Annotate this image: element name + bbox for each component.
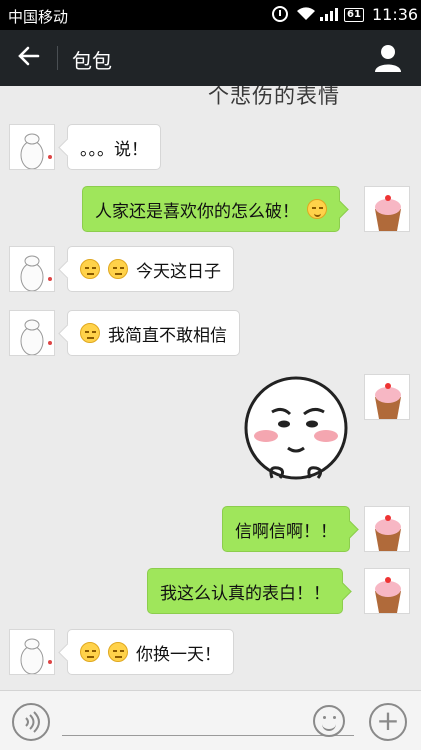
status-time: 11:36 <box>372 5 419 24</box>
chat-header: 包包 <box>0 30 421 86</box>
my-avatar[interactable] <box>364 374 410 420</box>
message-text: 信啊信啊！！ <box>235 521 337 542</box>
message-bubble-received[interactable]: 。。。说！ <box>67 124 161 170</box>
my-avatar[interactable] <box>364 506 410 552</box>
message-bubble-sent[interactable]: 人家还是喜欢你的怎么破！ <box>82 186 340 232</box>
my-avatar[interactable] <box>364 568 410 614</box>
sticker-caption-cutoff: 个悲伤的表情 <box>208 86 340 108</box>
signal-icon <box>320 7 338 21</box>
smile-emoji-icon <box>307 199 327 219</box>
arrow-left-icon[interactable] <box>14 43 44 73</box>
emoji-picker-icon[interactable] <box>313 705 345 737</box>
unamused-emoji-icon <box>108 259 128 279</box>
message-text: 。。。说！ <box>80 139 148 160</box>
message-list[interactable]: 个悲伤的表情 。。。说！ 人家还是喜欢你的怎么破！ 今天这日子 我简直不敢相信 <box>0 86 421 690</box>
message-bubble-received[interactable]: 今天这日子 <box>67 246 234 292</box>
shy-face-sticker[interactable] <box>238 374 354 490</box>
battery-indicator: 61 <box>344 8 364 22</box>
unamused-emoji-icon <box>108 642 128 662</box>
message-text: 今天这日子 <box>136 261 221 282</box>
voice-input-icon[interactable] <box>12 703 50 741</box>
status-bar: 中国移动 61 11:36 <box>0 0 421 30</box>
message-bubble-received[interactable]: 你换一天！ <box>67 629 234 675</box>
message-text: 我这么认真的表白！！ <box>160 583 330 604</box>
header-divider <box>57 46 58 70</box>
contact-avatar[interactable] <box>9 310 55 356</box>
message-bubble-sent[interactable]: 我这么认真的表白！！ <box>147 568 343 614</box>
chat-title: 包包 <box>72 49 112 73</box>
message-input[interactable] <box>62 735 354 736</box>
unamused-emoji-icon <box>80 259 100 279</box>
unamused-emoji-icon <box>80 642 100 662</box>
alarm-icon <box>272 6 288 22</box>
plus-icon[interactable]: + <box>369 703 407 741</box>
my-avatar[interactable] <box>364 186 410 232</box>
person-icon[interactable] <box>372 42 404 74</box>
message-bubble-received[interactable]: 我简直不敢相信 <box>67 310 240 356</box>
wifi-icon <box>296 7 316 25</box>
input-bar: + <box>0 690 421 750</box>
message-text: 人家还是喜欢你的怎么破！ <box>95 201 299 222</box>
message-bubble-sent[interactable]: 信啊信啊！！ <box>222 506 350 552</box>
carrier-name: 中国移动 <box>8 8 69 26</box>
contact-avatar[interactable] <box>9 124 55 170</box>
contact-avatar[interactable] <box>9 629 55 675</box>
message-text: 我简直不敢相信 <box>108 325 227 346</box>
unamused-emoji-icon <box>80 323 100 343</box>
contact-avatar[interactable] <box>9 246 55 292</box>
message-text: 你换一天！ <box>136 644 221 665</box>
